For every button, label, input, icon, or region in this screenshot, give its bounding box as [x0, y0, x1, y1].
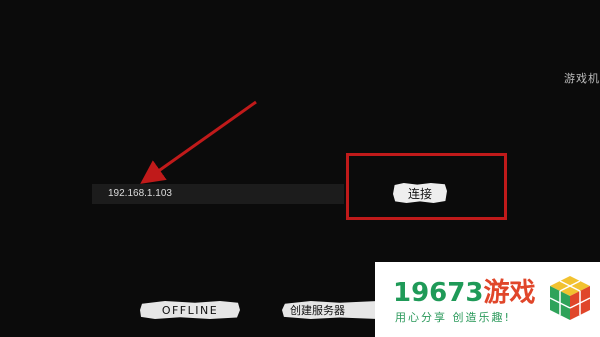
watermark-subtitle: 用心分享 创造乐趣! — [395, 311, 511, 324]
create-server-button-label: 创建服务器 — [290, 304, 345, 317]
watermark-game-text: 游戏 — [483, 278, 536, 308]
watermark-digits: 19673 — [393, 278, 484, 308]
watermark-banner: 19673游戏 用心分享 创造乐趣! — [375, 262, 600, 337]
colored-cube-icon — [549, 276, 591, 320]
offline-button-label: OFFLINE — [161, 303, 219, 317]
watermark-title: 19673游戏 — [393, 272, 535, 309]
create-server-button[interactable]: 创建服务器 — [282, 301, 378, 319]
offline-button[interactable]: OFFLINE — [140, 301, 240, 319]
